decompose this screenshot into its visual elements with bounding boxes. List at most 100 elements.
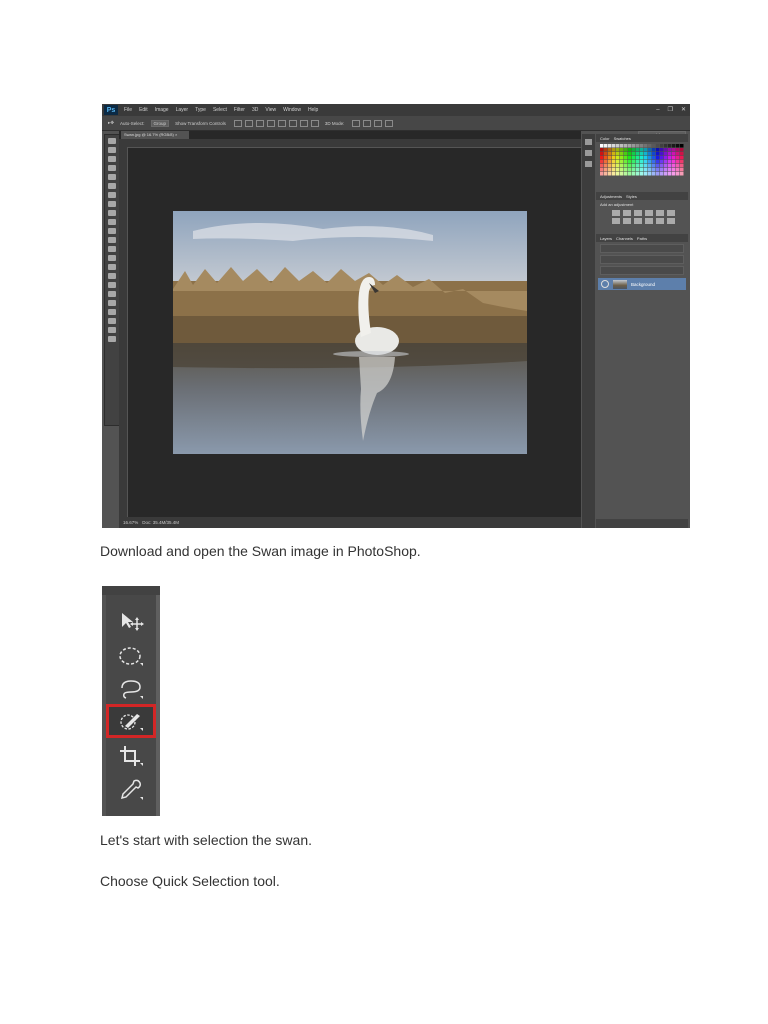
swatch[interactable] bbox=[608, 168, 612, 172]
restore-button[interactable]: ❐ bbox=[668, 104, 673, 116]
swatch[interactable] bbox=[628, 148, 632, 152]
rectangle-tool-icon[interactable] bbox=[108, 291, 116, 297]
swatch[interactable] bbox=[604, 148, 608, 152]
swatch[interactable] bbox=[632, 156, 636, 160]
menu-layer[interactable]: Layer bbox=[176, 107, 189, 113]
swatch[interactable] bbox=[652, 164, 656, 168]
swatch[interactable] bbox=[668, 144, 672, 148]
swatch[interactable] bbox=[620, 156, 624, 160]
close-button[interactable]: ✕ bbox=[681, 104, 686, 116]
dodge-tool-icon[interactable] bbox=[108, 255, 116, 261]
swatch[interactable] bbox=[600, 144, 604, 148]
swatch[interactable] bbox=[636, 148, 640, 152]
eraser-tool-icon[interactable] bbox=[108, 228, 116, 234]
swatch[interactable] bbox=[624, 152, 628, 156]
swatch[interactable] bbox=[668, 160, 672, 164]
tab-styles[interactable]: Styles bbox=[626, 194, 637, 199]
swatch[interactable] bbox=[680, 144, 684, 148]
swatch[interactable] bbox=[660, 172, 664, 176]
swatch[interactable] bbox=[612, 144, 616, 148]
swatch[interactable] bbox=[620, 160, 624, 164]
swatch[interactable] bbox=[640, 156, 644, 160]
swatch[interactable] bbox=[676, 164, 680, 168]
menu-type[interactable]: Type bbox=[195, 107, 206, 113]
swatch[interactable] bbox=[600, 168, 604, 172]
brightness-icon[interactable] bbox=[612, 210, 620, 216]
swatch[interactable] bbox=[632, 168, 636, 172]
swatch[interactable] bbox=[608, 156, 612, 160]
swatch[interactable] bbox=[680, 160, 684, 164]
swatch[interactable] bbox=[644, 148, 648, 152]
channel-mixer-icon[interactable] bbox=[645, 218, 653, 224]
type-tool-icon[interactable] bbox=[108, 273, 116, 279]
swatch[interactable] bbox=[620, 168, 624, 172]
swatch[interactable] bbox=[644, 156, 648, 160]
align-icon[interactable] bbox=[266, 119, 275, 127]
tab-paths[interactable]: Paths bbox=[637, 236, 647, 241]
swatch[interactable] bbox=[664, 144, 668, 148]
swatch[interactable] bbox=[608, 172, 612, 176]
quick-selection-tool-icon[interactable] bbox=[108, 165, 116, 171]
swatch[interactable] bbox=[652, 144, 656, 148]
zoom-readout[interactable]: 16.67% bbox=[123, 520, 138, 525]
swatch[interactable] bbox=[612, 172, 616, 176]
swatch[interactable] bbox=[612, 152, 616, 156]
curves-icon[interactable] bbox=[634, 210, 642, 216]
lock-control[interactable] bbox=[600, 266, 684, 275]
lasso-tool[interactable] bbox=[109, 675, 153, 703]
crop-tool-icon[interactable] bbox=[108, 174, 116, 180]
swatch[interactable] bbox=[640, 168, 644, 172]
swatch[interactable] bbox=[676, 172, 680, 176]
lookup-icon[interactable] bbox=[656, 218, 664, 224]
swatch[interactable] bbox=[660, 160, 664, 164]
swatch[interactable] bbox=[656, 160, 660, 164]
swatch[interactable] bbox=[672, 164, 676, 168]
swatch[interactable] bbox=[608, 164, 612, 168]
swatch[interactable] bbox=[632, 152, 636, 156]
swatch[interactable] bbox=[616, 156, 620, 160]
swatch[interactable] bbox=[664, 172, 668, 176]
swatch[interactable] bbox=[608, 144, 612, 148]
swatch[interactable] bbox=[660, 156, 664, 160]
swatch[interactable] bbox=[676, 148, 680, 152]
swatch[interactable] bbox=[672, 172, 676, 176]
blur-tool-icon[interactable] bbox=[108, 246, 116, 252]
swatch[interactable] bbox=[604, 168, 608, 172]
eyedropper-tool[interactable] bbox=[109, 776, 153, 804]
swatch[interactable] bbox=[628, 172, 632, 176]
swatch[interactable] bbox=[648, 168, 652, 172]
swatch[interactable] bbox=[636, 168, 640, 172]
layer-row-background[interactable]: Background bbox=[598, 278, 686, 290]
eyedropper-tool-icon[interactable] bbox=[108, 183, 116, 189]
distribute-icon[interactable] bbox=[277, 119, 286, 127]
swatch[interactable] bbox=[676, 160, 680, 164]
swatch[interactable] bbox=[616, 172, 620, 176]
tab-channels[interactable]: Channels bbox=[616, 236, 633, 241]
swatch[interactable] bbox=[652, 172, 656, 176]
photo-filter-icon[interactable] bbox=[634, 218, 642, 224]
tab-adjustments[interactable]: Adjustments bbox=[600, 194, 622, 199]
properties-panel-icon[interactable] bbox=[585, 150, 592, 156]
swatch[interactable] bbox=[608, 148, 612, 152]
swatch[interactable] bbox=[604, 156, 608, 160]
auto-select-checkbox[interactable]: Auto-Select: bbox=[120, 121, 145, 126]
swatch[interactable] bbox=[600, 164, 604, 168]
swatch[interactable] bbox=[620, 152, 624, 156]
menu-edit[interactable]: Edit bbox=[139, 107, 148, 113]
color-balance-icon[interactable] bbox=[612, 218, 620, 224]
show-transform-checkbox[interactable]: Show Transform Controls bbox=[175, 121, 226, 126]
vibrance-icon[interactable] bbox=[656, 210, 664, 216]
3d-roll-icon[interactable] bbox=[363, 119, 372, 127]
swatch[interactable] bbox=[648, 156, 652, 160]
swatch[interactable] bbox=[668, 148, 672, 152]
swatch[interactable] bbox=[648, 144, 652, 148]
swatches-grid[interactable] bbox=[600, 144, 684, 178]
move-tool[interactable] bbox=[109, 607, 153, 635]
swatch[interactable] bbox=[680, 164, 684, 168]
swatch[interactable] bbox=[640, 160, 644, 164]
swatch[interactable] bbox=[668, 156, 672, 160]
swatch[interactable] bbox=[640, 144, 644, 148]
swatch[interactable] bbox=[656, 172, 660, 176]
lasso-tool-icon[interactable] bbox=[108, 156, 116, 162]
swatch[interactable] bbox=[644, 172, 648, 176]
